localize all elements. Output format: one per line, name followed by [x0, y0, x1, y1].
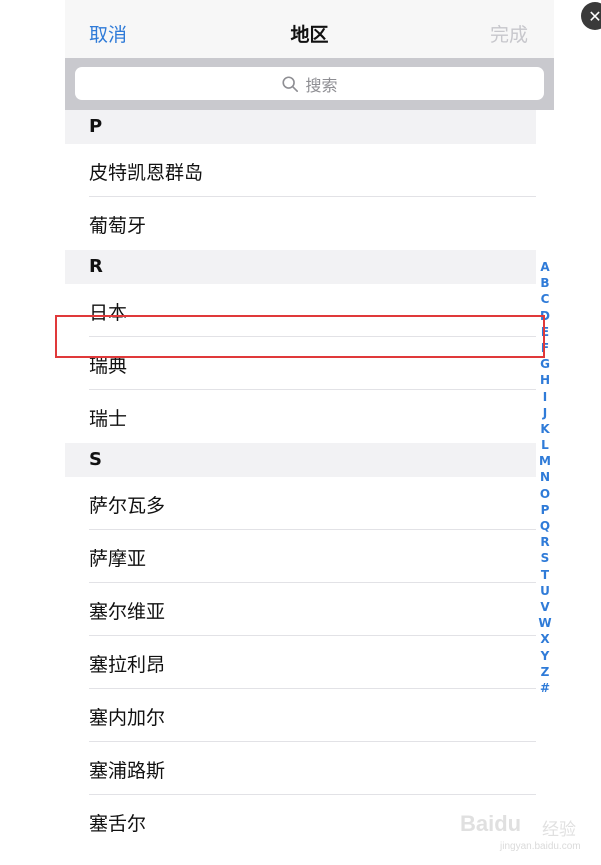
- index-letter[interactable]: R: [540, 534, 549, 550]
- index-letter[interactable]: Y: [541, 648, 550, 664]
- index-letter[interactable]: F: [541, 340, 549, 356]
- region-list: P 皮特凯恩群岛 葡萄牙 R 日本 瑞典 瑞士 S 萨尔瓦多 萨摩亚 塞尔维亚 …: [65, 110, 554, 848]
- list-item-label: 日本: [89, 302, 128, 324]
- index-letter[interactable]: B: [540, 275, 549, 291]
- index-letter[interactable]: N: [540, 469, 550, 485]
- index-letter[interactable]: H: [540, 372, 550, 388]
- list-item-label: 葡萄牙: [89, 215, 147, 237]
- index-letter[interactable]: U: [540, 583, 550, 599]
- index-letter[interactable]: T: [541, 567, 549, 583]
- list-item-label: 瑞典: [89, 355, 128, 377]
- list-item-label: 塞舌尔: [89, 813, 147, 835]
- index-letter[interactable]: G: [540, 356, 550, 372]
- watermark: Baidu 经验 jingyan.baidu.com: [460, 805, 600, 860]
- search-placeholder: 搜索: [305, 75, 338, 95]
- list-item[interactable]: 塞拉利昂: [65, 636, 554, 689]
- list-item-label: 塞浦路斯: [89, 760, 166, 782]
- index-letter[interactable]: M: [539, 453, 551, 469]
- index-letter[interactable]: #: [540, 680, 550, 696]
- index-letter[interactable]: P: [541, 502, 550, 518]
- page-title: 地区: [290, 24, 329, 46]
- section-header-s: S: [65, 443, 536, 477]
- list-item[interactable]: 葡萄牙: [65, 197, 554, 250]
- index-letter[interactable]: E: [541, 324, 549, 340]
- close-icon: ✕: [588, 6, 601, 26]
- alphabet-index[interactable]: A B C D E F G H I J K L M N O P Q R S T U V W X Y Z #: [537, 259, 553, 696]
- index-letter[interactable]: A: [540, 259, 549, 275]
- list-item[interactable]: 塞尔维亚: [65, 583, 554, 636]
- index-letter[interactable]: C: [541, 291, 550, 307]
- close-button[interactable]: ✕: [581, 2, 601, 30]
- list-item-japan[interactable]: 日本: [65, 284, 554, 337]
- index-letter[interactable]: J: [543, 405, 547, 421]
- search-input[interactable]: 搜索: [75, 67, 544, 100]
- index-letter[interactable]: O: [540, 486, 550, 502]
- index-letter[interactable]: Q: [540, 518, 550, 534]
- section-header-p: P: [65, 110, 536, 144]
- done-button[interactable]: 完成: [490, 20, 528, 47]
- list-item[interactable]: 皮特凯恩群岛: [65, 144, 554, 197]
- list-item-label: 塞内加尔: [89, 707, 166, 729]
- section-header-r: R: [65, 250, 536, 284]
- index-letter[interactable]: X: [540, 631, 549, 647]
- index-letter[interactable]: S: [541, 550, 550, 566]
- index-letter[interactable]: D: [540, 308, 550, 324]
- right-margin: [554, 0, 601, 865]
- index-letter[interactable]: Z: [541, 664, 550, 680]
- search-bar-area: 搜索: [65, 58, 554, 110]
- list-item-label: 瑞士: [89, 408, 128, 430]
- watermark-url: jingyan.baidu.com: [500, 841, 581, 852]
- navigation-bar: 取消 地区 完成: [65, 0, 554, 58]
- list-item-label: 萨摩亚: [89, 548, 147, 570]
- list-item[interactable]: 瑞士: [65, 390, 554, 443]
- region-picker-panel: 取消 地区 完成 搜索 P 皮特凯恩群岛 葡萄牙 R 日本 瑞典 瑞士 S 萨尔…: [65, 0, 554, 850]
- list-item[interactable]: 萨尔瓦多: [65, 477, 554, 530]
- list-item-label: 皮特凯恩群岛: [89, 162, 204, 184]
- index-letter[interactable]: V: [540, 599, 549, 615]
- list-item[interactable]: 塞内加尔: [65, 689, 554, 742]
- list-item-label: 塞尔维亚: [89, 601, 166, 623]
- list-item-label: 塞拉利昂: [89, 654, 166, 676]
- watermark-brand: Baidu: [460, 811, 522, 836]
- list-item[interactable]: 塞浦路斯: [65, 742, 554, 795]
- list-item[interactable]: 瑞典: [65, 337, 554, 390]
- list-item-label: 萨尔瓦多: [89, 495, 166, 517]
- watermark-cn: 经验: [542, 820, 576, 840]
- index-letter[interactable]: W: [538, 615, 551, 631]
- list-item[interactable]: 萨摩亚: [65, 530, 554, 583]
- search-icon: [282, 75, 299, 92]
- index-letter[interactable]: I: [543, 389, 547, 405]
- index-letter[interactable]: K: [540, 421, 549, 437]
- index-letter[interactable]: L: [541, 437, 549, 453]
